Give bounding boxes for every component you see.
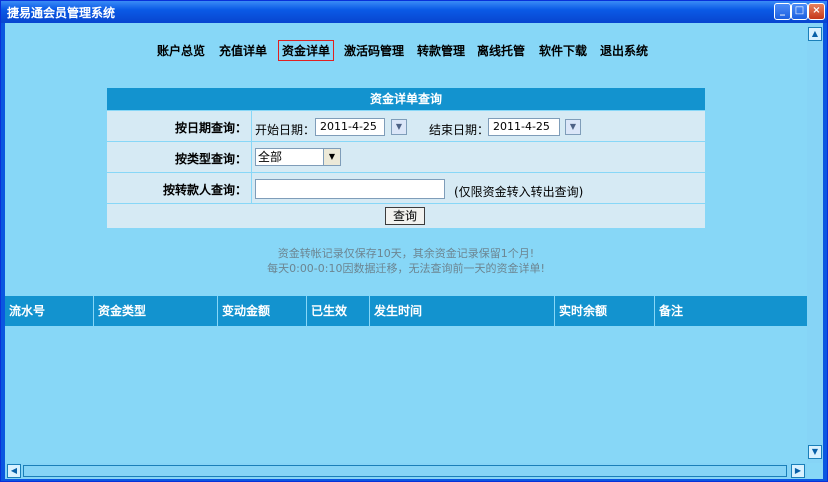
horizontal-scroll-thumb[interactable] <box>23 465 787 477</box>
end-date-label: 结束日期： <box>429 123 490 137</box>
transfer-query-label: 按转款人查询： <box>162 183 247 197</box>
start-date-input[interactable]: 2011-4-25 <box>315 118 385 136</box>
nav-item-account-overview[interactable]: 账户总览 <box>157 42 205 59</box>
transfer-query-row: 按转款人查询： (仅限资金转入转出查询) <box>107 172 705 203</box>
column-header-effective: 已生效 <box>307 296 370 326</box>
scroll-down-button[interactable]: ▼ <box>808 445 822 459</box>
transfer-person-input[interactable] <box>255 179 445 199</box>
scrollbar-corner <box>807 463 823 479</box>
column-header-remark: 备注 <box>659 304 684 318</box>
date-query-row: 按日期查询： 开始日期： 2011-4-25 ▼ 结束日期： 2011-4-25… <box>107 110 705 141</box>
nav-item-recharge-details[interactable]: 充值详单 <box>219 42 267 59</box>
start-date-picker-button[interactable]: ▼ <box>391 119 407 135</box>
query-button[interactable]: 查询 <box>385 207 425 225</box>
nav-item-transfer-management[interactable]: 转款管理 <box>417 42 465 59</box>
horizontal-scrollbar[interactable]: ◀ ▶ <box>5 463 807 479</box>
column-header-serial: 流水号 <box>5 296 94 326</box>
scroll-right-button[interactable]: ▶ <box>791 464 805 478</box>
scroll-up-button[interactable]: ▲ <box>808 27 822 41</box>
submit-row: 查询 <box>107 203 705 228</box>
scroll-left-button[interactable]: ◀ <box>7 464 21 478</box>
column-header-time: 发生时间 <box>370 296 555 326</box>
maximize-button[interactable]: □ <box>791 3 808 20</box>
nav-item-logout[interactable]: 退出系统 <box>600 42 648 59</box>
type-query-label: 按类型查询： <box>174 152 247 166</box>
minimize-button[interactable]: _ <box>774 3 791 20</box>
type-query-row: 按类型查询： 全部 ▼ <box>107 141 705 172</box>
date-query-label: 按日期查询： <box>174 121 247 135</box>
end-date-input[interactable]: 2011-4-25 <box>488 118 560 136</box>
notice-line-2: 每天0:00-0:10因数据迁移，无法查询前一天的资金详单! <box>267 262 545 275</box>
app-window: 捷易通会员管理系统 _ □ × 账户总览 充值详单 资金详单 激活码管理 转款管… <box>0 0 828 482</box>
row-divider <box>251 111 252 141</box>
vertical-scrollbar[interactable]: ▲ ▼ <box>807 23 823 463</box>
client-area: 账户总览 充值详单 资金详单 激活码管理 转款管理 离线托管 软件下载 退出系统… <box>5 23 823 479</box>
row-divider <box>251 173 252 203</box>
window-title: 捷易通会员管理系统 <box>7 6 116 20</box>
nav-item-fund-details[interactable]: 资金详单 <box>278 40 335 61</box>
start-date-label: 开始日期： <box>255 123 316 137</box>
chevron-down-icon[interactable]: ▼ <box>323 149 340 165</box>
nav-item-activation-codes[interactable]: 激活码管理 <box>344 42 404 59</box>
notice-line-1: 资金转帐记录仅保存10天，其余资金记录保留1个月! <box>277 247 535 260</box>
nav-item-software-download[interactable]: 软件下载 <box>539 42 587 59</box>
title-bar[interactable]: 捷易通会员管理系统 _ □ × <box>1 1 827 23</box>
column-header-fund-type: 资金类型 <box>94 296 218 326</box>
query-form: 资金详单查询 按日期查询： 开始日期： 2011-4-25 ▼ 结束日期： 20… <box>107 88 705 228</box>
transfer-hint: (仅限资金转入转出查询) <box>454 185 584 199</box>
column-header-balance: 实时余额 <box>555 296 655 326</box>
fund-type-selected: 全部 <box>258 150 283 164</box>
column-header-change-amount: 变动金额 <box>218 296 307 326</box>
query-form-title: 资金详单查询 <box>107 88 705 110</box>
fund-type-select[interactable]: 全部 ▼ <box>255 148 341 166</box>
fund-details-table-header: 流水号 资金类型 变动金额 已生效 发生时间 实时余额 备注 <box>5 296 807 326</box>
close-button[interactable]: × <box>808 3 825 20</box>
row-divider <box>251 142 252 172</box>
end-date-picker-button[interactable]: ▼ <box>565 119 581 135</box>
nav-item-offline-hosting[interactable]: 离线托管 <box>477 42 525 59</box>
